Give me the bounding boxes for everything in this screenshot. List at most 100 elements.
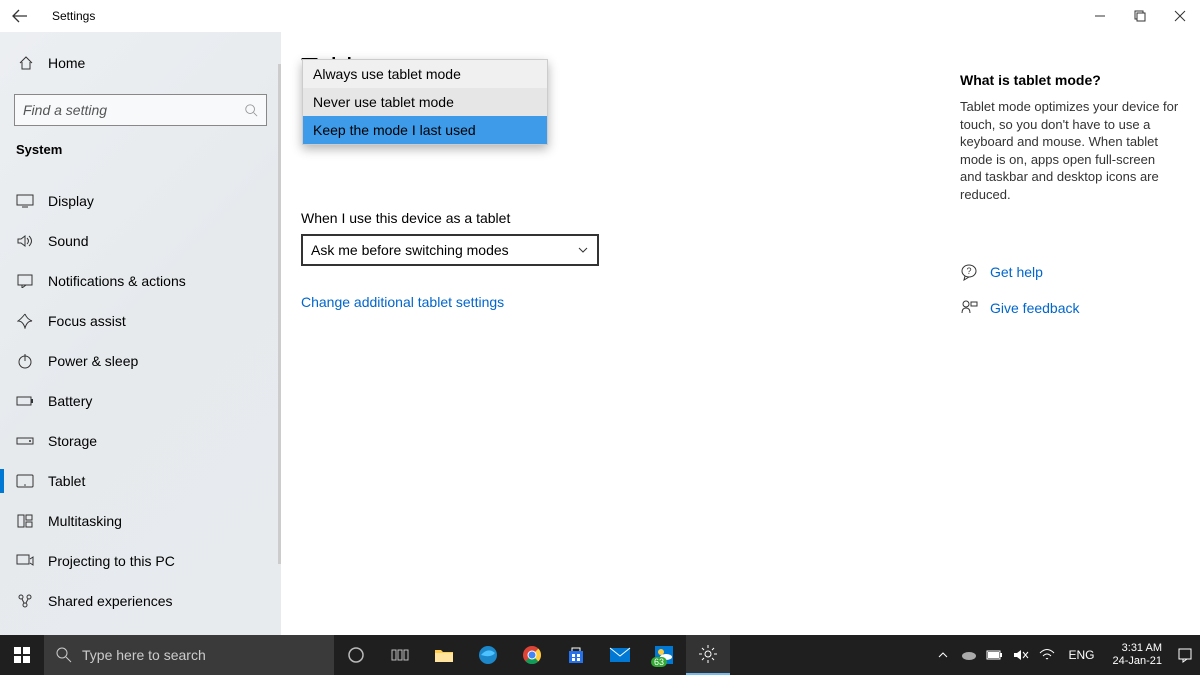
file-explorer-button[interactable] (422, 635, 466, 675)
gear-icon (698, 644, 718, 664)
chrome-icon (522, 645, 542, 665)
minimize-icon (1094, 10, 1106, 22)
edge-icon (478, 645, 498, 665)
home-label: Home (48, 55, 85, 71)
tray-battery-button[interactable] (986, 646, 1004, 664)
signin-mode-dropdown-popup: Always use tablet mode Never use tablet … (302, 59, 548, 145)
windows-icon (14, 647, 30, 663)
cortana-icon (347, 646, 365, 664)
battery-icon (16, 392, 34, 410)
search-icon (56, 647, 72, 663)
minimize-button[interactable] (1080, 0, 1120, 32)
device-as-tablet-label: When I use this device as a tablet (301, 210, 941, 226)
sidebar-item-projecting[interactable]: Projecting to this PC (0, 541, 281, 581)
feedback-label: Give feedback (990, 300, 1080, 316)
feedback-icon (960, 299, 978, 317)
sidebar-item-tablet[interactable]: Tablet (0, 461, 281, 501)
task-view-button[interactable] (378, 635, 422, 675)
system-tray: ENG 3:31 AM 24-Jan-21 (934, 635, 1200, 675)
nav-label: Display (48, 193, 94, 209)
chrome-button[interactable] (510, 635, 554, 675)
tray-onedrive-button[interactable] (960, 646, 978, 664)
search-input[interactable] (23, 102, 244, 118)
taskbar-search[interactable]: Type here to search (44, 635, 334, 675)
battery-icon (986, 649, 1004, 661)
storage-icon (16, 432, 34, 450)
close-button[interactable] (1160, 0, 1200, 32)
info-title: What is tablet mode? (960, 72, 1180, 88)
sidebar-item-notifications[interactable]: Notifications & actions (0, 261, 281, 301)
section-title: System (0, 126, 281, 165)
action-center-button[interactable] (1176, 646, 1194, 664)
sidebar: Home System Display Sound Notifications … (0, 32, 281, 635)
clock-button[interactable]: 3:31 AM 24-Jan-21 (1106, 642, 1168, 667)
dropdown-option-never[interactable]: Never use tablet mode (303, 88, 547, 116)
focus-assist-icon (16, 312, 34, 330)
sidebar-item-sound[interactable]: Sound (0, 221, 281, 261)
home-icon (18, 55, 34, 71)
sidebar-item-power-sleep[interactable]: Power & sleep (0, 341, 281, 381)
dropdown-option-keep[interactable]: Keep the mode I last used (303, 116, 547, 144)
start-button[interactable] (0, 635, 44, 675)
sidebar-item-storage[interactable]: Storage (0, 421, 281, 461)
store-button[interactable] (554, 635, 598, 675)
weather-button[interactable]: 63 (642, 635, 686, 675)
cortana-button[interactable] (334, 635, 378, 675)
device-as-tablet-dropdown[interactable]: Ask me before switching modes (301, 234, 599, 266)
nav-list: Display Sound Notifications & actions Fo… (0, 181, 281, 621)
weather-badge: 63 (651, 657, 667, 667)
info-body: Tablet mode optimizes your device for to… (960, 98, 1180, 203)
tablet-icon (16, 472, 34, 490)
search-icon (244, 103, 258, 117)
search-box[interactable] (14, 94, 267, 126)
back-arrow-icon (12, 8, 28, 24)
display-icon (16, 192, 34, 210)
search-placeholder: Type here to search (82, 647, 206, 663)
taskbar: Type here to search 63 ENG 3:31 AM 24-Ja… (0, 635, 1200, 675)
sidebar-item-multitasking[interactable]: Multitasking (0, 501, 281, 541)
sound-icon (16, 232, 34, 250)
chevron-down-icon (577, 244, 589, 256)
notifications-icon (16, 272, 34, 290)
taskbar-apps: 63 (334, 635, 730, 675)
tray-chevron-button[interactable] (934, 646, 952, 664)
titlebar: Settings (0, 0, 1200, 32)
nav-label: Focus assist (48, 313, 126, 329)
sidebar-item-display[interactable]: Display (0, 181, 281, 221)
nav-label: Battery (48, 393, 92, 409)
wifi-icon (1039, 648, 1055, 662)
nav-label: Shared experiences (48, 593, 173, 609)
language-button[interactable]: ENG (1064, 648, 1098, 662)
change-additional-settings-link[interactable]: Change additional tablet settings (301, 294, 504, 310)
window-title: Settings (52, 9, 95, 23)
volume-mute-icon (1013, 648, 1029, 662)
tray-wifi-button[interactable] (1038, 646, 1056, 664)
store-icon (566, 645, 586, 665)
maximize-button[interactable] (1120, 0, 1160, 32)
maximize-icon (1134, 10, 1146, 22)
sidebar-item-shared-exp[interactable]: Shared experiences (0, 581, 281, 621)
help-icon: ? (960, 263, 978, 281)
give-feedback-link[interactable]: Give feedback (960, 299, 1180, 317)
close-icon (1174, 10, 1186, 22)
sidebar-item-focus-assist[interactable]: Focus assist (0, 301, 281, 341)
projecting-icon (16, 552, 34, 570)
tray-volume-button[interactable] (1012, 646, 1030, 664)
chevron-up-icon (937, 649, 949, 661)
power-icon (16, 352, 34, 370)
svg-text:?: ? (966, 266, 971, 276)
dropdown-option-always[interactable]: Always use tablet mode (303, 60, 547, 88)
task-view-icon (391, 648, 409, 662)
mail-button[interactable] (598, 635, 642, 675)
edge-button[interactable] (466, 635, 510, 675)
get-help-link[interactable]: ? Get help (960, 263, 1180, 281)
mail-icon (609, 647, 631, 663)
home-button[interactable]: Home (0, 44, 281, 82)
dropdown-value: Ask me before switching modes (311, 242, 577, 258)
nav-label: Projecting to this PC (48, 553, 175, 569)
sidebar-item-battery[interactable]: Battery (0, 381, 281, 421)
back-button[interactable] (0, 0, 40, 32)
window-controls (1080, 0, 1200, 32)
help-label: Get help (990, 264, 1043, 280)
settings-button[interactable] (686, 635, 730, 675)
